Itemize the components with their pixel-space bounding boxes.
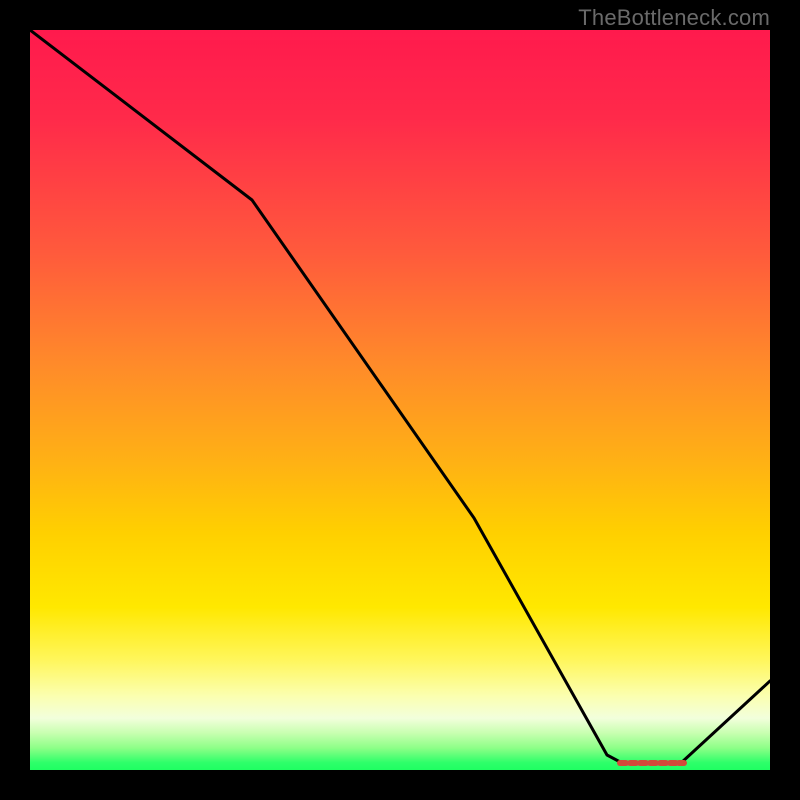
chart-frame: TheBottleneck.com [0, 0, 800, 800]
bottleneck-curve-path [30, 30, 770, 763]
plot-area [30, 30, 770, 770]
line-chart-svg [30, 30, 770, 770]
watermark-text: TheBottleneck.com [578, 5, 770, 31]
